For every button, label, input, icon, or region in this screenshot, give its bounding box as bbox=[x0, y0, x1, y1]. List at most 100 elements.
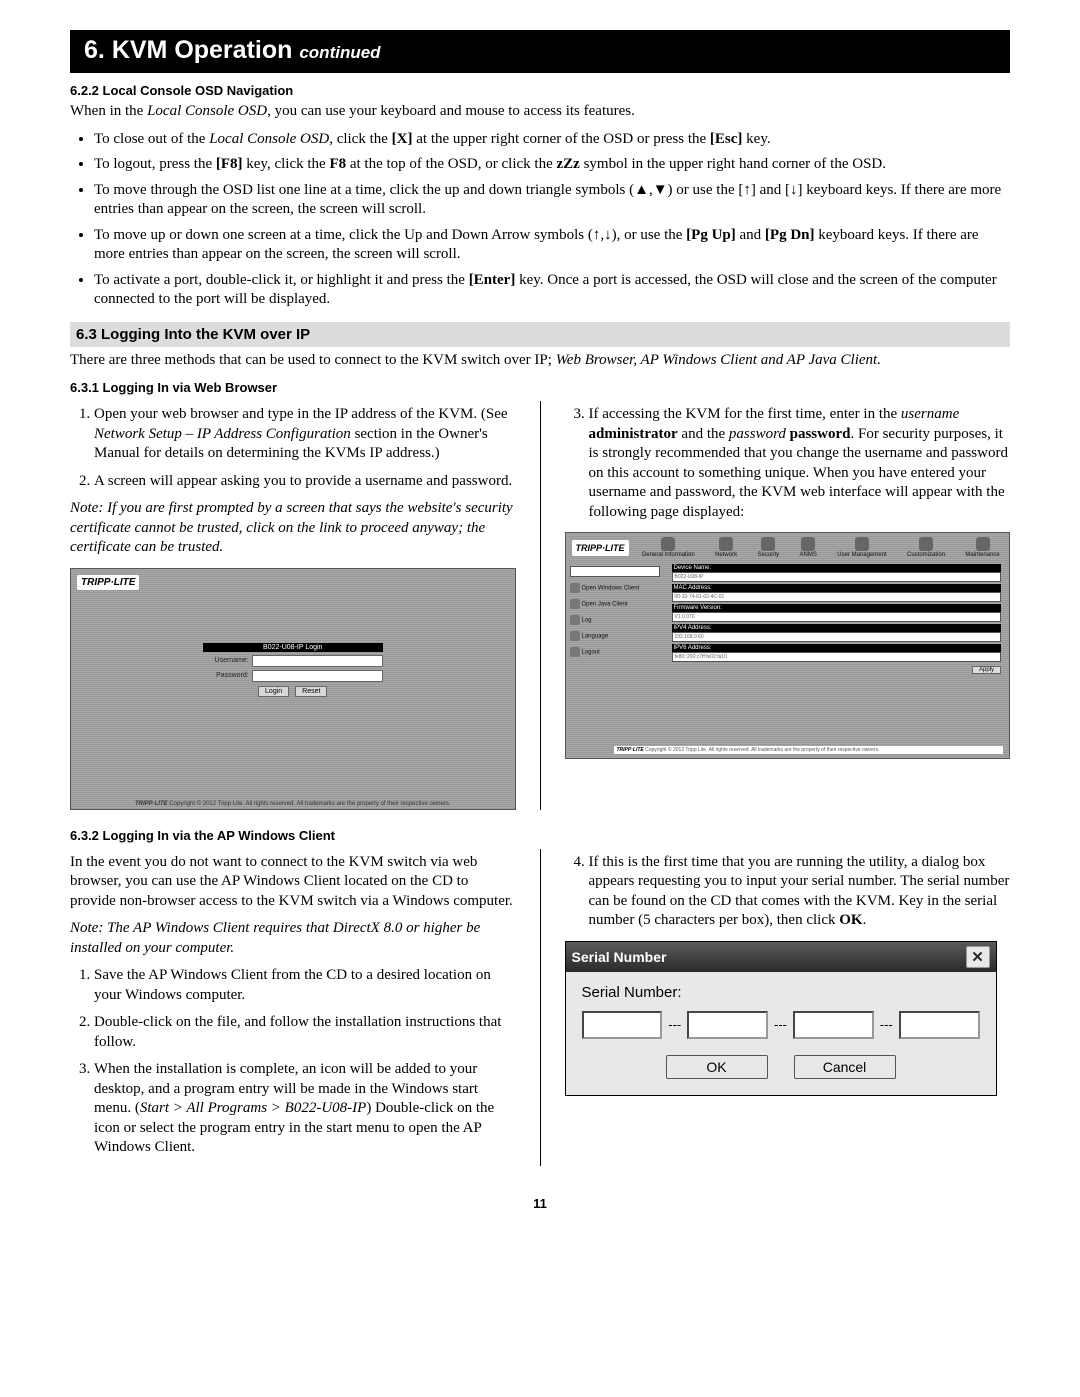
tripplite-logo: TRIPP·LITE bbox=[77, 575, 139, 590]
dash-icon: --- bbox=[880, 1017, 893, 1032]
heading-622: 6.2.2 Local Console OSD Navigation bbox=[70, 83, 1010, 98]
field-device[interactable]: B022-U08-IP bbox=[672, 572, 1002, 582]
banner-title: KVM Operation bbox=[112, 36, 293, 64]
login-footer: TRIPP·LITE Copyright © 2012 Tripp Lite. … bbox=[71, 801, 515, 807]
log-icon bbox=[570, 615, 580, 625]
label-ipv4: IPV4 Address: bbox=[672, 624, 1002, 632]
dash-icon: --- bbox=[668, 1017, 681, 1032]
network-icon bbox=[719, 537, 733, 551]
serial-dialog: Serial Number ✕ Serial Number: --- --- -… bbox=[565, 941, 997, 1096]
steps-left-632: Save the AP Windows Client from the CD t… bbox=[70, 966, 516, 1158]
tool-icon bbox=[976, 537, 990, 551]
username-label: Username: bbox=[203, 657, 249, 664]
bullet: To activate a port, double-click it, or … bbox=[94, 271, 1010, 310]
tab-security[interactable]: Security bbox=[757, 537, 779, 558]
column-divider bbox=[540, 401, 541, 810]
tab-customization[interactable]: Customization bbox=[907, 537, 945, 558]
note-632: Note: The AP Windows Client requires tha… bbox=[70, 919, 516, 958]
bullet: To logout, press the [F8] key, click the… bbox=[94, 155, 1010, 175]
col-right: If accessing the KVM for the first time,… bbox=[565, 401, 1011, 810]
col-right: If this is the first time that you are r… bbox=[565, 849, 1011, 1166]
bullet: To close out of the Local Console OSD, c… bbox=[94, 130, 1010, 150]
intro-63: There are three methods that can be used… bbox=[70, 351, 1010, 371]
serial-box-4[interactable] bbox=[899, 1011, 980, 1039]
side-open-win[interactable]: Open Windows Client bbox=[570, 583, 660, 593]
tab-maintenance[interactable]: Maintenance bbox=[965, 537, 999, 558]
tab-usermgmt[interactable]: User Management bbox=[837, 537, 886, 558]
serial-fields: --- --- --- bbox=[582, 1011, 980, 1039]
intro-622: When in the Local Console OSD, you can u… bbox=[70, 102, 1010, 122]
section-banner: 6. KVM Operation continued bbox=[70, 30, 1010, 73]
step: If accessing the KVM for the first time,… bbox=[589, 405, 1011, 522]
field-fw: V1.0.070 bbox=[672, 612, 1002, 622]
label-mac: MAC Address: bbox=[672, 584, 1002, 592]
step: When the installation is complete, an ic… bbox=[94, 1060, 516, 1158]
apply-button[interactable]: Apply bbox=[972, 666, 1001, 674]
anms-icon bbox=[801, 537, 815, 551]
col-left: In the event you do not want to connect … bbox=[70, 849, 516, 1166]
tab-anms[interactable]: ANMS bbox=[800, 537, 817, 558]
login-button[interactable]: Login bbox=[258, 686, 289, 697]
page-number: 11 bbox=[70, 1196, 1010, 1211]
label-fw: Firmware Version: bbox=[672, 604, 1002, 612]
side-open-java[interactable]: Open Java Client bbox=[570, 599, 660, 609]
login-screenshot: TRIPP·LITE B022-U08-IP Login Username: P… bbox=[70, 568, 516, 810]
step: A screen will appear asking you to provi… bbox=[94, 472, 516, 492]
logout-icon bbox=[570, 647, 580, 657]
column-divider bbox=[540, 849, 541, 1166]
note-631: Note: If you are first prompted by a scr… bbox=[70, 499, 516, 558]
col-left: Open your web browser and type in the IP… bbox=[70, 401, 516, 810]
webui-footer: TRIPP·LITE Copyright © 2012 Tripp Lite. … bbox=[614, 746, 1004, 754]
banner-num: 6. bbox=[84, 36, 105, 64]
steps-right-632: If this is the first time that you are r… bbox=[565, 853, 1011, 931]
serial-box-3[interactable] bbox=[793, 1011, 874, 1039]
side-language[interactable]: Language bbox=[570, 631, 660, 641]
top-tabs: General Information Network Security ANM… bbox=[639, 537, 1004, 558]
serial-label: Serial Number: bbox=[582, 984, 980, 1001]
field-mac: 00-10-74-61-02-4C-01 bbox=[672, 592, 1002, 602]
gear-icon bbox=[661, 537, 675, 551]
wrench-icon bbox=[919, 537, 933, 551]
reset-button[interactable]: Reset bbox=[295, 686, 327, 697]
step: If this is the first time that you are r… bbox=[589, 853, 1011, 931]
heading-631: 6.3.1 Logging In via Web Browser bbox=[70, 380, 1010, 395]
password-field[interactable] bbox=[252, 670, 383, 682]
cancel-button[interactable]: Cancel bbox=[794, 1055, 896, 1079]
steps-right: If accessing the KVM for the first time,… bbox=[565, 405, 1011, 522]
login-box: B022-U08-IP Login Username: Password: Lo… bbox=[203, 643, 383, 697]
bullet: To move through the OSD list one line at… bbox=[94, 181, 1010, 220]
bullet: To move up or down one screen at a time,… bbox=[94, 226, 1010, 265]
main-panel: Device Name: B022-U08-IP MAC Address: 00… bbox=[664, 562, 1010, 674]
step: Open your web browser and type in the IP… bbox=[94, 405, 516, 464]
two-column-632: In the event you do not want to connect … bbox=[70, 849, 1010, 1166]
label-ipv6: IPV6 Address: bbox=[672, 644, 1002, 652]
tab-general[interactable]: General Information bbox=[642, 537, 695, 558]
serial-box-2[interactable] bbox=[687, 1011, 768, 1039]
heading-632: 6.3.2 Logging In via the AP Windows Clie… bbox=[70, 828, 1010, 843]
field-ipv6: fe80::200:c7ff:fe02:fa10 bbox=[672, 652, 1002, 662]
banner-continued: continued bbox=[299, 43, 380, 62]
label-device: Device Name: bbox=[672, 564, 1002, 572]
dialog-titlebar: Serial Number ✕ bbox=[566, 942, 996, 972]
username-field[interactable] bbox=[252, 655, 383, 667]
dialog-title: Serial Number bbox=[572, 949, 667, 965]
step: Double-click on the file, and follow the… bbox=[94, 1013, 516, 1052]
java-icon bbox=[570, 599, 580, 609]
password-label: Password: bbox=[203, 672, 249, 679]
tab-network[interactable]: Network bbox=[715, 537, 737, 558]
step: Save the AP Windows Client from the CD t… bbox=[94, 966, 516, 1005]
tripplite-logo: TRIPP·LITE bbox=[572, 540, 629, 556]
serial-box-1[interactable] bbox=[582, 1011, 663, 1039]
side-logout[interactable]: Logout bbox=[570, 647, 660, 657]
steps-left: Open your web browser and type in the IP… bbox=[70, 405, 516, 491]
search-input[interactable] bbox=[570, 566, 660, 577]
ok-button[interactable]: OK bbox=[666, 1055, 768, 1079]
bullets-622: To close out of the Local Console OSD, c… bbox=[70, 130, 1010, 310]
side-log[interactable]: Log bbox=[570, 615, 660, 625]
dash-icon: --- bbox=[774, 1017, 787, 1032]
two-column-631: Open your web browser and type in the IP… bbox=[70, 401, 1010, 810]
monitor-icon bbox=[570, 583, 580, 593]
para-632: In the event you do not want to connect … bbox=[70, 853, 516, 912]
lock-icon bbox=[761, 537, 775, 551]
close-icon[interactable]: ✕ bbox=[966, 946, 990, 968]
